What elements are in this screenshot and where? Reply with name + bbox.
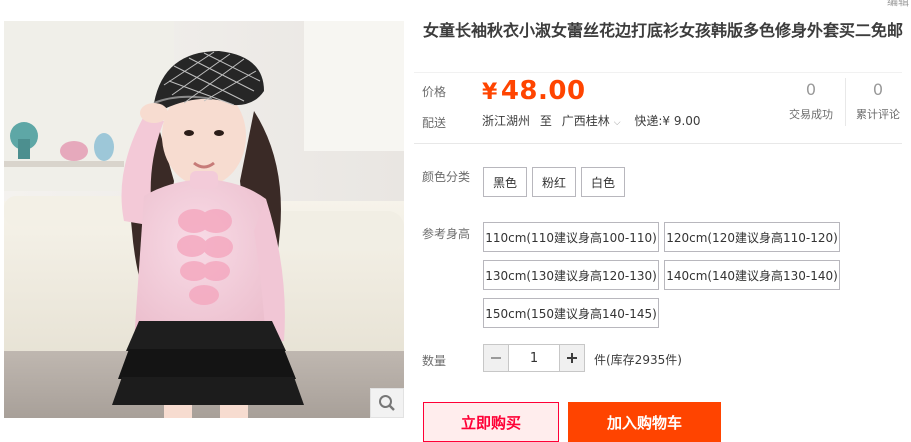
buy-now-button[interactable]: 立即购买 — [423, 402, 559, 442]
minus-icon — [491, 357, 501, 359]
size-option-130[interactable]: 130cm(130建议身高120-130) — [483, 260, 659, 290]
size-option-140[interactable]: 140cm(140建议身高130-140) — [664, 260, 840, 290]
plus-icon — [567, 353, 577, 363]
stat-divider — [845, 78, 846, 126]
size-option-110[interactable]: 110cm(110建议身高100-110) — [483, 222, 659, 252]
quantity-input[interactable] — [509, 344, 559, 372]
delivery-label: 配送 — [422, 116, 447, 130]
stat-sales-label: 交易成功 — [789, 108, 833, 121]
stat-reviews-value: 0 — [872, 80, 884, 99]
product-title: 女童长袖秋衣小淑女蕾丝花边打底衫女孩韩版多色修身外套买二免邮 — [423, 21, 904, 40]
add-to-cart-button[interactable]: 加入购物车 — [568, 402, 721, 442]
price-value: 48.00 — [500, 76, 586, 106]
top-edit-link[interactable]: 编辑 — [887, 0, 909, 9]
stat-reviews[interactable]: 0 累计评论 — [848, 80, 908, 122]
shipping-fee: 快递:¥ 9.00 — [634, 114, 701, 128]
product-photo — [4, 21, 404, 418]
product-main-image[interactable] — [4, 21, 404, 418]
color-label: 颜色分类 — [422, 170, 471, 184]
color-option-pink[interactable]: 粉红 — [532, 167, 576, 197]
price-label: 价格 — [422, 85, 447, 99]
color-option-black[interactable]: 黑色 — [483, 167, 527, 197]
increase-button[interactable] — [559, 344, 585, 372]
caret-down-icon: ⌵ — [613, 118, 621, 128]
stat-reviews-label: 累计评论 — [856, 108, 900, 121]
stock-info: 件(库存2935件) — [594, 353, 682, 367]
zoom-button[interactable] — [370, 388, 404, 418]
ship-to-selector[interactable]: 广西桂林 ⌵ — [562, 114, 625, 128]
product-price: ¥48.00 — [482, 75, 586, 109]
zoom-icon — [379, 395, 395, 411]
stat-sales-value: 0 — [805, 80, 817, 99]
color-option-white[interactable]: 白色 — [581, 167, 625, 197]
stat-sales: 0 交易成功 — [781, 80, 841, 122]
ship-to-prefix: 至 — [539, 114, 552, 128]
ship-to: 广西桂林 — [561, 114, 610, 128]
size-label: 参考身高 — [422, 227, 471, 241]
quantity-label: 数量 — [422, 354, 447, 368]
size-option-150[interactable]: 150cm(150建议身高140-145) — [483, 298, 659, 328]
ship-from: 浙江湖州 — [482, 114, 531, 128]
shipping-info: 浙江湖州 至 广西桂林 ⌵ 快递:¥ 9.00 — [482, 112, 707, 129]
decrease-button[interactable] — [483, 344, 509, 372]
quantity-stepper — [483, 344, 585, 372]
currency-symbol: ¥ — [482, 80, 498, 105]
size-option-120[interactable]: 120cm(120建议身高110-120) — [664, 222, 840, 252]
